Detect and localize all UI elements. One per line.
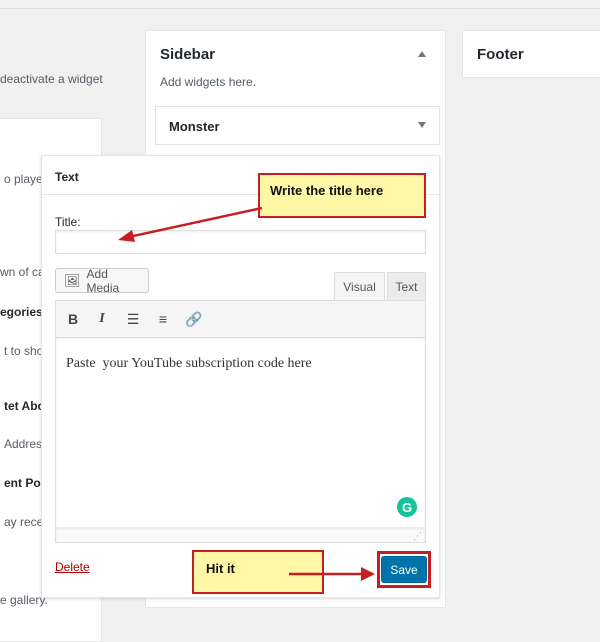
save-button[interactable]: Save <box>381 556 427 583</box>
title-callout: Write the title here <box>258 173 426 218</box>
left-intro-text: deactivate a widget <box>0 72 103 86</box>
sidebar-description: Add widgets here. <box>160 75 257 89</box>
text-widget-title: Text <box>55 170 79 184</box>
title-label: Title: <box>55 215 81 229</box>
editor-text: Paste your YouTube subscription code her… <box>66 356 312 371</box>
bullet-list-icon[interactable]: ☰ <box>122 309 144 329</box>
delete-link[interactable]: Delete <box>55 560 90 574</box>
tab-text[interactable]: Text <box>387 272 426 300</box>
add-media-button[interactable]: 🖼 Add Media <box>55 266 149 295</box>
collapse-arrow-icon[interactable] <box>418 51 426 57</box>
footer-title: Footer <box>477 46 524 63</box>
left-item-4: tet Abo <box>4 399 45 413</box>
italic-icon[interactable]: I <box>91 309 113 329</box>
top-divider <box>0 8 600 9</box>
save-arrow-head <box>361 567 375 581</box>
bold-icon[interactable]: B <box>62 309 84 329</box>
numbered-list-icon[interactable]: ≡ <box>152 309 174 329</box>
editor-resize-bar[interactable] <box>55 527 426 543</box>
link-icon[interactable]: 🔗 <box>183 309 205 329</box>
title-arrow-line <box>123 206 263 240</box>
grammarly-icon[interactable]: G <box>397 497 417 517</box>
expand-arrow-icon[interactable] <box>418 122 426 128</box>
resize-handle-icon[interactable]: ⋰ <box>413 531 422 542</box>
sidebar-title: Sidebar <box>160 46 216 63</box>
save-callout-arrow <box>289 567 375 581</box>
left-item-2: egories <box>0 305 43 319</box>
add-media-label: Add Media <box>86 266 120 295</box>
add-media-icon: 🖼 <box>64 272 81 288</box>
title-callout-arrow <box>118 206 263 242</box>
tab-visual[interactable]: Visual <box>334 272 385 300</box>
widget-monster-label: Monster <box>169 119 220 134</box>
title-arrow-head <box>118 230 135 242</box>
